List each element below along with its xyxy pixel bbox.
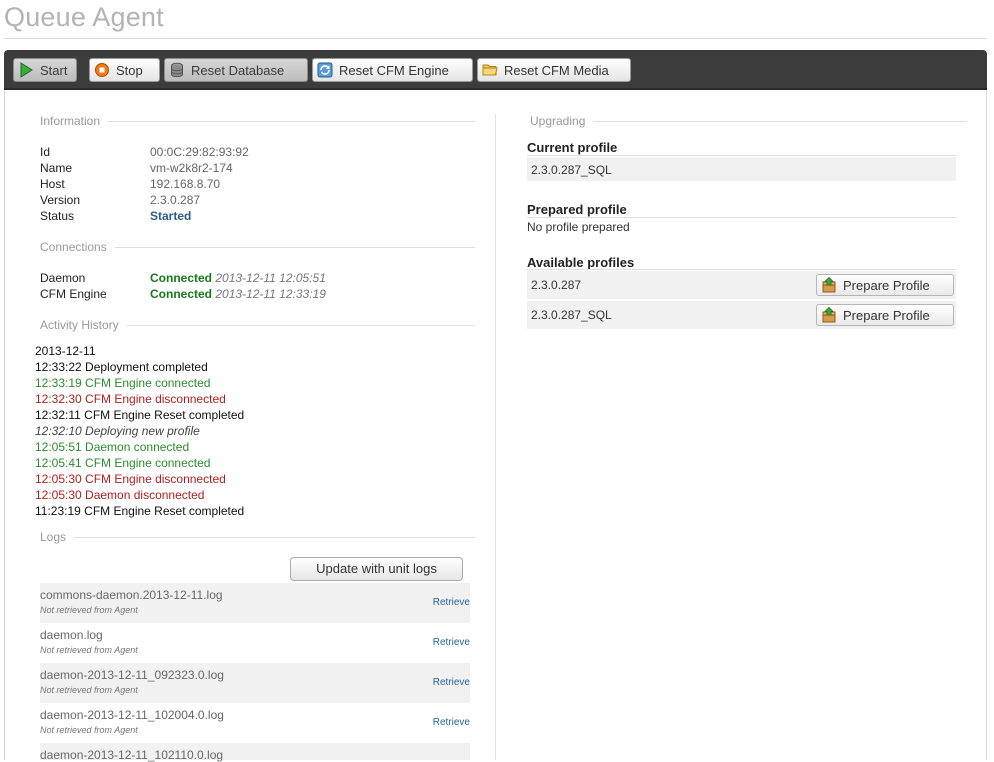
info-label: Host [40,177,65,191]
reset-cfm-engine-button[interactable]: Reset CFM Engine [312,58,473,82]
connection-label: CFM Engine [40,287,107,301]
available-profile-name: 2.3.0.287 [531,278,582,292]
info-label: Version [40,193,81,207]
information-heading: Information [24,114,475,128]
available-profiles-heading: Available profiles [527,255,635,270]
log-row: commons-daemon.2013-12-11.log Not retrie… [40,583,470,623]
prepare-profile-label: Prepare Profile [843,307,930,323]
log-file-name: daemon-2013-12-11_092323.0.log [40,668,224,682]
reset-cfm-media-label: Reset CFM Media [504,62,609,78]
reset-database-label: Reset Database [191,62,285,78]
info-value: 2.3.0.287 [150,193,201,207]
connections-heading: Connections [24,240,475,254]
available-profiles-divider [527,269,956,270]
current-profile-heading: Current profile [527,140,618,155]
log-row: daemon-2013-12-11_102004.0.log Not retri… [40,703,470,743]
package-icon [822,307,836,323]
retrieve-link[interactable]: Retrieve [433,677,470,688]
status-value: Started [150,209,192,223]
activity-entry: 12:32:11 CFM Engine Reset completed [35,408,245,422]
current-profile-divider [527,155,956,156]
activity-entry: 12:32:10 Deploying new profile [35,424,200,438]
info-label: Id [40,145,51,159]
toolbar: Start Stop Reset Database Reset CFM Engi… [4,50,987,90]
start-button[interactable]: Start [13,58,77,82]
activity-entry: 12:05:30 CFM Engine disconnected [35,472,226,486]
page-title: Queue Agent [4,2,164,32]
title-divider [4,38,987,39]
stop-icon [95,63,109,77]
connection-time: 2013-12-11 12:33:19 [215,287,326,301]
activity-entry: 11:23:19 CFM Engine Reset completed [35,504,245,518]
reset-cfm-media-button[interactable]: Reset CFM Media [477,58,631,82]
prepare-profile-button[interactable]: Prepare Profile [816,304,954,326]
activity-entry: 12:33:19 CFM Engine connected [35,376,211,390]
connection-time: 2013-12-11 12:05:51 [215,271,326,285]
activity-entry: 12:05:30 Daemon disconnected [35,488,205,502]
retrieve-link[interactable]: Retrieve [433,717,470,728]
log-file-name: daemon-2013-12-11_102004.0.log [40,708,224,722]
activity-entry: 12:33:22 Deployment completed [35,360,208,374]
log-status: Not retrieved from Agent [40,725,138,735]
stop-button[interactable]: Stop [89,58,160,82]
prepared-profile-divider [527,217,956,218]
log-row: daemon-2013-12-11_092323.0.log Not retri… [40,663,470,703]
info-value: 00:0C:29:82:93:92 [150,145,249,159]
connection-status: Connected [150,287,213,301]
prepare-profile-button[interactable]: Prepare Profile [816,274,954,296]
folder-icon [482,64,498,76]
connection-status: Connected [150,271,213,285]
log-row: daemon.log Not retrieved from Agent Retr… [40,623,470,663]
activity-entry: 12:32:30 CFM Engine disconnected [35,392,226,406]
available-profile-name: 2.3.0.287_SQL [531,308,612,322]
play-icon [20,62,33,78]
activity-heading: Activity History [24,318,475,332]
upgrading-heading: Upgrading [516,114,967,128]
start-label: Start [40,62,68,78]
info-label: Status [40,209,75,223]
package-icon [822,277,836,293]
info-value: vm-w2k8r2-174 [150,161,233,175]
update-unit-logs-button[interactable]: Update with unit logs [290,557,463,581]
prepare-profile-label: Prepare Profile [843,277,930,293]
connection-label: Daemon [40,271,86,285]
activity-date: 2013-12-11 [35,344,96,358]
current-profile-value: 2.3.0.287_SQL [531,163,612,177]
reset-cfm-engine-label: Reset CFM Engine [339,62,449,78]
retrieve-link[interactable]: Retrieve [433,637,470,648]
log-file-name: daemon.log [40,628,103,642]
retrieve-link[interactable]: Retrieve [433,597,470,608]
activity-entry: 12:05:41 CFM Engine connected [35,456,211,470]
database-icon [171,62,183,78]
column-divider [495,114,496,760]
log-file-name: commons-daemon.2013-12-11.log [40,588,223,602]
logs-heading: Logs [24,530,475,544]
reset-database-button[interactable]: Reset Database [164,58,308,82]
prepared-profile-heading: Prepared profile [527,202,627,217]
log-status: Not retrieved from Agent [40,645,138,655]
connection-value: Connected 2013-12-11 12:33:19 [150,287,326,301]
current-profile-box: 2.3.0.287_SQL [527,157,956,181]
connection-value: Connected 2013-12-11 12:05:51 [150,271,326,285]
log-row: daemon-2013-12-11_102110.0.log [40,743,470,762]
refresh-engine-icon [317,62,333,78]
activity-entry: 12:05:51 Daemon connected [35,440,190,454]
available-profile-row: 2.3.0.287 Prepare Profile [527,271,956,299]
available-profile-row: 2.3.0.287_SQL Prepare Profile [527,301,956,329]
info-label: Name [40,161,73,175]
stop-label: Stop [116,62,143,78]
prepared-profile-value: No profile prepared [527,220,630,234]
info-value: 192.168.8.70 [150,177,221,191]
log-status: Not retrieved from Agent [40,685,138,695]
log-status: Not retrieved from Agent [40,605,138,615]
